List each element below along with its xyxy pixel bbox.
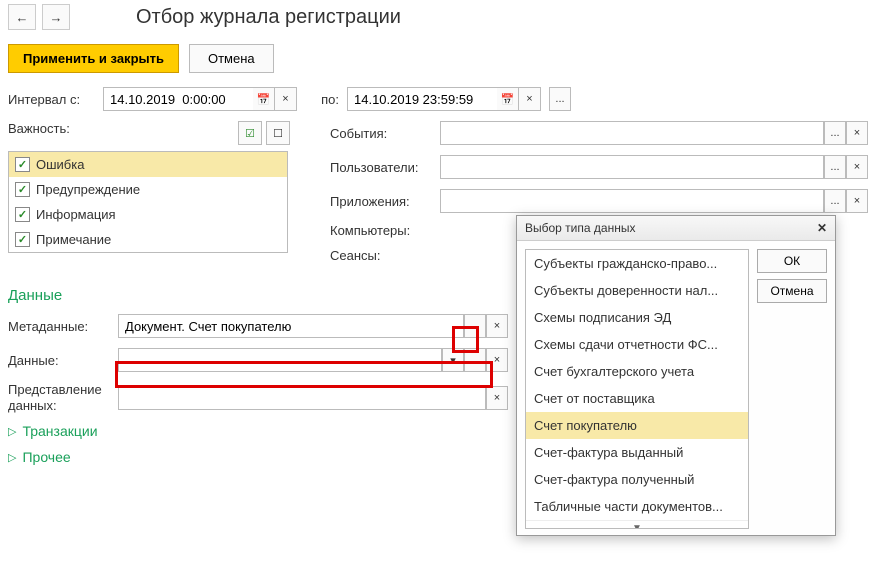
metadata-label: Метаданные: [8,319,118,334]
interval-row: Интервал с: 📅 × по: 📅 × ... [8,87,868,111]
dots-icon[interactable]: ... [464,314,486,338]
apps-input[interactable] [440,189,824,213]
checkbox-icon[interactable]: ✓ [15,207,30,222]
dialog-ok-button[interactable]: ОК [757,249,827,273]
type-item-selected[interactable]: Счет покупателю [526,412,748,439]
clear-icon[interactable]: × [486,314,508,338]
close-icon[interactable]: ✕ [817,221,827,235]
checkbox-icon[interactable]: ✓ [15,157,30,172]
clear-icon[interactable]: × [519,87,541,111]
users-label: Пользователи: [330,160,440,175]
metadata-input[interactable] [118,314,464,338]
checkbox-icon[interactable]: ✓ [15,232,30,247]
severity-item-note[interactable]: ✓ Примечание [9,227,287,252]
dots-icon[interactable]: ... [824,121,846,145]
type-item[interactable]: Счет бухгалтерского учета [526,358,748,385]
dots-icon[interactable]: ... [824,189,846,213]
type-item[interactable]: Счет от поставщика [526,385,748,412]
data-label: Данные: [8,353,118,368]
dialog-cancel-button[interactable]: Отмена [757,279,827,303]
dialog-header: Выбор типа данных ✕ [517,216,835,241]
chevron-right-icon: ▷ [8,451,16,464]
interval-from-label: Интервал с: [8,92,103,107]
presentation-input[interactable] [118,386,486,410]
type-item[interactable]: Схемы сдачи отчетности ФС... [526,331,748,358]
clear-icon[interactable]: × [275,87,297,111]
severity-item-label: Предупреждение [36,182,140,197]
severity-list: ✓ Ошибка ✓ Предупреждение ✓ Информация ✓… [8,151,288,253]
severity-item-error[interactable]: ✓ Ошибка [9,152,287,177]
type-picker-dialog: Выбор типа данных ✕ Субъекты гражданско-… [516,215,836,536]
toolbar: Применить и закрыть Отмена [0,34,876,79]
dialog-title: Выбор типа данных [525,221,635,235]
arrow-right-icon: → [50,10,63,25]
nav-forward-button[interactable]: → [42,4,70,30]
interval-from-input[interactable] [103,87,253,111]
type-list[interactable]: Субъекты гражданско-право... Субъекты до… [525,249,749,529]
type-item[interactable]: Счет-фактура полученный [526,466,748,493]
chevron-right-icon: ▷ [8,425,16,438]
clear-icon[interactable]: × [846,189,868,213]
scroll-down-icon[interactable]: ▼ [526,520,748,529]
clear-icon[interactable]: × [846,121,868,145]
arrow-left-icon: ← [16,10,29,25]
dots-icon[interactable]: ... [464,348,486,372]
uncheck-all-icon[interactable]: ☐ [266,121,290,145]
nav-back-button[interactable]: ← [8,4,36,30]
computers-label: Компьютеры: [330,223,440,238]
interval-to-input[interactable] [347,87,497,111]
calendar-icon[interactable]: 📅 [497,87,519,111]
severity-item-warning[interactable]: ✓ Предупреждение [9,177,287,202]
type-item[interactable]: Счет-фактура выданный [526,439,748,466]
dots-icon[interactable]: ... [824,155,846,179]
clear-icon[interactable]: × [846,155,868,179]
presentation-label: Представление данных: [8,382,118,413]
severity-item-label: Ошибка [36,157,84,172]
dropdown-icon[interactable]: ▾ [442,348,464,372]
severity-item-label: Информация [36,207,116,222]
events-input[interactable] [440,121,824,145]
cancel-button[interactable]: Отмена [189,44,274,73]
page-title: Отбор журнала регистрации [136,6,401,29]
calendar-icon[interactable]: 📅 [253,87,275,111]
severity-item-label: Примечание [36,232,111,247]
checkbox-icon[interactable]: ✓ [15,182,30,197]
severity-label: Важность: [8,121,70,136]
type-item[interactable]: Субъекты гражданско-право... [526,250,748,277]
apply-close-button[interactable]: Применить и закрыть [8,44,179,73]
clear-icon[interactable]: × [486,386,508,410]
check-all-icon[interactable]: ☑ [238,121,262,145]
interval-to-label: по: [305,92,339,107]
users-input[interactable] [440,155,824,179]
type-item[interactable]: Табличные части документов... [526,493,748,520]
events-label: События: [330,126,440,141]
header-bar: ← → Отбор журнала регистрации [0,0,876,34]
interval-extra-button[interactable]: ... [549,87,571,111]
severity-item-info[interactable]: ✓ Информация [9,202,287,227]
apps-label: Приложения: [330,194,440,209]
type-item[interactable]: Субъекты доверенности нал... [526,277,748,304]
sessions-label: Сеансы: [330,248,440,263]
data-input[interactable] [118,348,442,372]
clear-icon[interactable]: × [486,348,508,372]
type-item[interactable]: Схемы подписания ЭД [526,304,748,331]
